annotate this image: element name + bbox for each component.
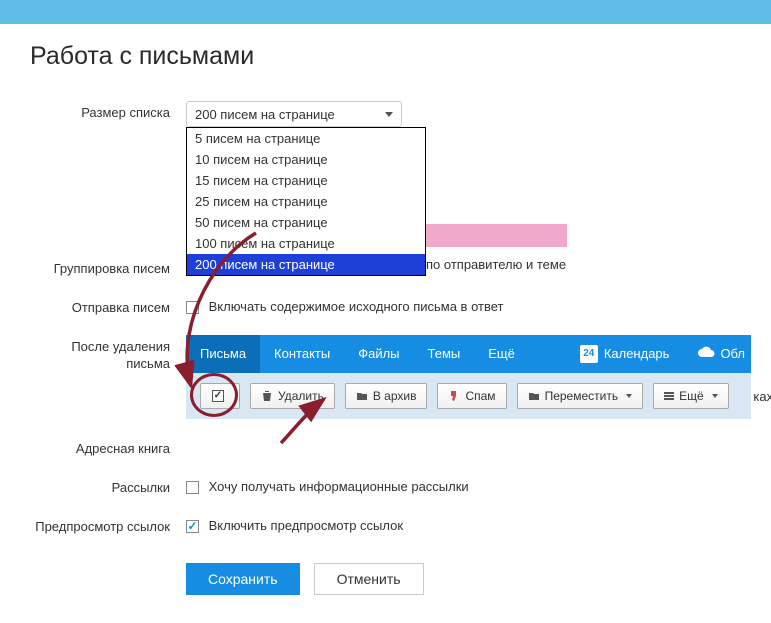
cloud-icon: [697, 346, 715, 361]
list-size-dropdown: 5 писем на странице 10 писем на странице…: [186, 127, 426, 276]
folder-icon: [356, 390, 368, 402]
move-button[interactable]: Переместить: [517, 383, 644, 409]
label-grouping: Группировка писем: [30, 257, 186, 278]
mailings-text: Хочу получать информационные рассылки: [209, 479, 469, 494]
checkbox-checked-icon: [212, 390, 224, 402]
spam-button[interactable]: Спам: [437, 383, 506, 409]
label-address-book: Адресная книга: [30, 437, 186, 458]
chevron-down-icon: [712, 394, 718, 398]
preview-text: Включить предпросмотр ссылок: [209, 518, 403, 533]
nav-themes[interactable]: Темы: [414, 335, 475, 373]
list-size-option[interactable]: 50 писем на странице: [187, 212, 425, 233]
nav-calendar[interactable]: 24 Календарь: [566, 335, 684, 373]
select-all-checkbox[interactable]: [200, 383, 240, 409]
more-button[interactable]: Ещё: [653, 383, 729, 409]
cancel-button[interactable]: Отменить: [314, 563, 424, 595]
sending-text: Включать содержимое исходного письма в о…: [209, 299, 504, 314]
chevron-down-icon: [626, 394, 632, 398]
trash-icon: [261, 390, 273, 402]
mailings-checkbox[interactable]: [186, 481, 199, 494]
list-size-option[interactable]: 5 писем на странице: [187, 128, 425, 149]
preview-checkbox[interactable]: [186, 520, 199, 533]
page-title: Работа с письмами: [30, 42, 751, 71]
mail-nav: Письма Контакты Файлы Темы Ещё 24 Календ…: [186, 335, 751, 373]
list-size-selected: 200 писем на странице: [195, 107, 335, 122]
nav-more[interactable]: Ещё: [474, 335, 533, 373]
address-trailing-text: ках при н: [753, 389, 771, 404]
nav-messages[interactable]: Письма: [186, 335, 260, 373]
list-size-option[interactable]: 10 писем на странице: [187, 149, 425, 170]
calendar-icon: 24: [580, 345, 598, 363]
save-button[interactable]: Сохранить: [186, 563, 300, 595]
nav-contacts[interactable]: Контакты: [260, 335, 344, 373]
nav-cloud[interactable]: Обл: [683, 335, 751, 373]
list-size-option[interactable]: 25 писем на странице: [187, 191, 425, 212]
sending-checkbox[interactable]: [186, 301, 199, 314]
hamburger-icon: [664, 392, 674, 400]
label-sending: Отправка писем: [30, 296, 186, 317]
window-topbar: [0, 0, 771, 24]
list-size-option-selected[interactable]: 200 писем на странице: [187, 254, 425, 275]
thumbs-down-icon: [448, 390, 460, 402]
list-size-select[interactable]: 200 писем на странице: [186, 101, 402, 127]
label-preview: Предпросмотр ссылок: [30, 515, 186, 536]
label-mailings: Рассылки: [30, 476, 186, 497]
folder-icon: [528, 390, 540, 402]
nav-files[interactable]: Файлы: [344, 335, 413, 373]
archive-button[interactable]: В архив: [345, 383, 428, 409]
mail-toolbar: Удалить В архив Спам Переместить: [186, 373, 751, 419]
label-after-delete: После удаления письма: [30, 335, 186, 373]
grouping-text: по отправителю и теме: [426, 257, 566, 272]
label-list-size: Размер списка: [30, 101, 186, 122]
list-size-option[interactable]: 100 писем на странице: [187, 233, 425, 254]
list-size-option[interactable]: 15 писем на странице: [187, 170, 425, 191]
delete-button[interactable]: Удалить: [250, 383, 335, 409]
chevron-down-icon: [385, 112, 393, 117]
